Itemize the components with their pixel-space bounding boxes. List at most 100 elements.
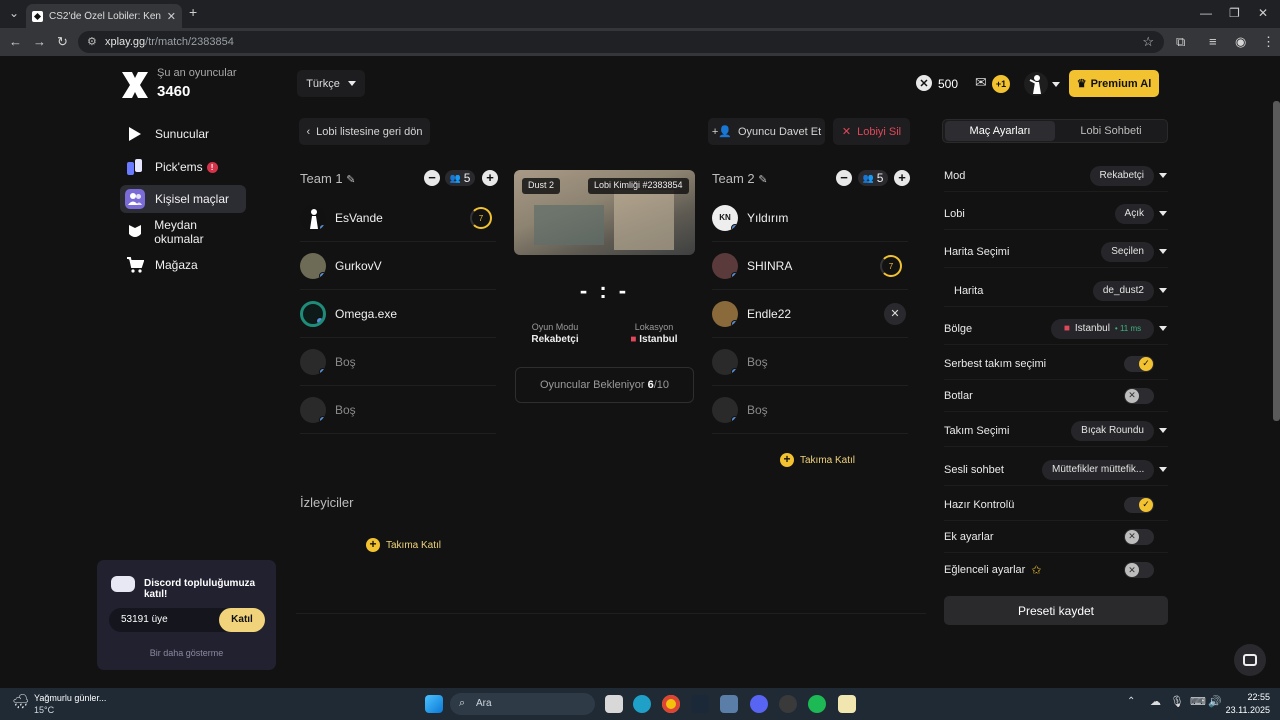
media-icon[interactable]: ≡ — [1209, 34, 1217, 49]
fun-settings-toggle[interactable]: ✕ — [1124, 562, 1154, 578]
tab-match-settings[interactable]: Maç Ayarları — [945, 121, 1055, 141]
site-info-icon[interactable]: ⚙ — [87, 35, 97, 48]
reload-icon[interactable]: ↻ — [57, 34, 68, 50]
bookmark-star-icon[interactable]: ☆ — [1142, 34, 1154, 50]
team1-player-slot[interactable]: Boş — [300, 338, 496, 386]
team-selection-select[interactable]: Bıçak Roundu — [1071, 420, 1154, 441]
file-explorer-icon[interactable] — [605, 695, 623, 713]
restore-icon[interactable]: ❐ — [1229, 6, 1240, 20]
setting-fun: Eğlenceli ayarlar ✩ ✕ — [944, 554, 1168, 586]
team1-player-slot[interactable]: Omega.exe — [300, 290, 496, 338]
team2-player-slot[interactable]: SHINRA 7 — [712, 242, 908, 290]
premium-button[interactable]: ♛ Premium Al — [1069, 70, 1159, 97]
tray-chevron-icon[interactable]: ⌃ — [1127, 696, 1135, 707]
team1-player-slot[interactable]: EsVande 7 — [300, 194, 496, 242]
weather-icon[interactable]: 🌧 — [12, 693, 30, 710]
onedrive-icon[interactable]: ☁ — [1150, 695, 1161, 708]
lobby-select[interactable]: Açık — [1114, 203, 1154, 224]
team1-player-slot[interactable]: Boş — [300, 386, 496, 434]
online-players-label: Şu an oyuncular — [157, 67, 237, 79]
page-scrollbar[interactable] — [1273, 101, 1280, 421]
team2-player-slot[interactable]: KN Yıldırım — [712, 194, 908, 242]
chevron-down-icon[interactable] — [1159, 326, 1167, 331]
invite-player-button[interactable]: +👤 Oyuncu Davet Et — [708, 118, 825, 145]
support-chat-button[interactable] — [1234, 644, 1266, 676]
free-team-toggle[interactable]: ✓ — [1124, 355, 1154, 372]
kick-player-button[interactable]: ✕ — [884, 303, 906, 325]
region-select[interactable]: ■ Istanbul • 11 ms — [1051, 318, 1154, 339]
join-spectators-button[interactable]: + Takıma Katıl — [366, 538, 441, 552]
spotify-icon[interactable] — [808, 695, 826, 713]
forward-icon[interactable]: → — [33, 34, 46, 49]
sidebar-item-personal-matches[interactable]: Kişisel maçlar — [120, 185, 246, 213]
ready-check-toggle[interactable]: ✓ — [1124, 496, 1154, 513]
lobby-id-tag: Lobi Kimliği #2383854 — [588, 178, 689, 194]
url-field[interactable]: ⚙ xplay.gg/tr/match/2383854 ☆ — [78, 31, 1164, 53]
back-to-lobbies-button[interactable]: ‹ Lobi listesine geri dön — [299, 118, 430, 145]
sidebar-item-store[interactable]: Mağaza — [120, 251, 246, 279]
sidebar-item-challenges[interactable]: Meydan okumalar — [120, 218, 246, 246]
network-icon[interactable]: ⌨ — [1190, 695, 1206, 708]
team2-decrease-button[interactable]: − — [836, 170, 852, 186]
chevron-down-icon[interactable] — [1052, 82, 1060, 87]
sidebar-item-pickems[interactable]: Pick'ems ! — [120, 153, 246, 181]
map-selection-select[interactable]: Seçilen — [1101, 241, 1154, 262]
site-favicon-icon — [32, 10, 43, 22]
voice-chat-select[interactable]: Müttefikler müttefik... — [1042, 459, 1154, 480]
steam-icon[interactable] — [691, 695, 709, 713]
discord-taskbar-icon[interactable] — [750, 695, 768, 713]
app-icon[interactable] — [838, 695, 856, 713]
new-tab-icon[interactable]: + — [189, 4, 197, 20]
pencil-icon[interactable]: ✎ — [346, 174, 355, 186]
minimize-icon[interactable]: — — [1200, 6, 1212, 20]
tab-list-icon[interactable]: ⌄ — [9, 6, 19, 20]
menu-icon[interactable]: ⋮ — [1262, 34, 1275, 50]
team2-player-slot[interactable]: Boş — [712, 386, 908, 434]
map-select[interactable]: de_dust2 — [1092, 280, 1154, 301]
avatar[interactable] — [1024, 72, 1048, 96]
save-preset-button[interactable]: Preseti kaydet — [944, 596, 1168, 625]
team1-decrease-button[interactable]: − — [424, 170, 440, 186]
chevron-down-icon[interactable] — [1159, 249, 1167, 254]
team1-increase-button[interactable]: + — [482, 170, 498, 186]
setting-label: Bölge — [944, 322, 973, 335]
taskbar-search[interactable]: ⌕ Ara — [450, 693, 595, 715]
language-select[interactable]: Türkçe — [297, 70, 365, 97]
discord-dismiss-link[interactable]: Bir daha gösterme — [97, 648, 276, 658]
tab-lobby-chat[interactable]: Lobi Sohbeti — [1056, 121, 1166, 141]
chrome-icon[interactable] — [662, 695, 680, 713]
microphone-icon[interactable]: 🎙 — [1170, 695, 1184, 708]
app-icon[interactable] — [779, 695, 797, 713]
windows-start-icon[interactable] — [425, 695, 443, 713]
pencil-icon[interactable]: ✎ — [758, 174, 767, 186]
team2-player-slot[interactable]: Endle22 ✕ — [712, 290, 908, 338]
close-tab-icon[interactable]: ✕ — [167, 10, 176, 23]
close-window-icon[interactable]: ✕ — [1258, 6, 1268, 20]
setting-label: Serbest takım seçimi — [944, 357, 1047, 370]
turkey-flag-icon: ■ — [630, 334, 637, 345]
chevron-down-icon[interactable] — [1159, 467, 1167, 472]
discord-join-button[interactable]: Katıl — [219, 608, 265, 632]
sidebar-item-servers[interactable]: Sunucular — [120, 120, 246, 148]
delete-lobby-button[interactable]: ✕ Lobiyi Sil — [833, 118, 910, 145]
bots-toggle[interactable]: ✕ — [1124, 387, 1154, 404]
team1-player-slot[interactable]: GurkovV — [300, 242, 496, 290]
app-icon[interactable] — [720, 695, 738, 713]
team2-player-slot[interactable]: Boş — [712, 338, 908, 386]
join-team2-button[interactable]: + Takıma Katıl — [780, 453, 855, 467]
profile-icon[interactable]: ◉ — [1235, 34, 1246, 50]
chevron-down-icon[interactable] — [1159, 288, 1167, 293]
mail-icon[interactable]: ✉ — [975, 74, 987, 91]
extra-settings-toggle[interactable]: ✕ — [1124, 528, 1154, 545]
volume-icon[interactable]: 🔊 — [1208, 695, 1222, 708]
edge-icon[interactable] — [633, 695, 651, 713]
chevron-down-icon[interactable] — [1159, 211, 1167, 216]
invite-label: Oyuncu Davet Et — [737, 125, 822, 138]
mode-select[interactable]: Rekabetçi — [1089, 165, 1154, 186]
browser-tab[interactable]: CS2'de Özel Lobiler: Kendi Kura ✕ — [26, 4, 182, 28]
team2-increase-button[interactable]: + — [894, 170, 910, 186]
back-icon[interactable]: ← — [9, 34, 22, 49]
chevron-down-icon[interactable] — [1159, 428, 1167, 433]
extensions-icon[interactable]: ⧉ — [1176, 34, 1185, 50]
chevron-down-icon[interactable] — [1159, 173, 1167, 178]
